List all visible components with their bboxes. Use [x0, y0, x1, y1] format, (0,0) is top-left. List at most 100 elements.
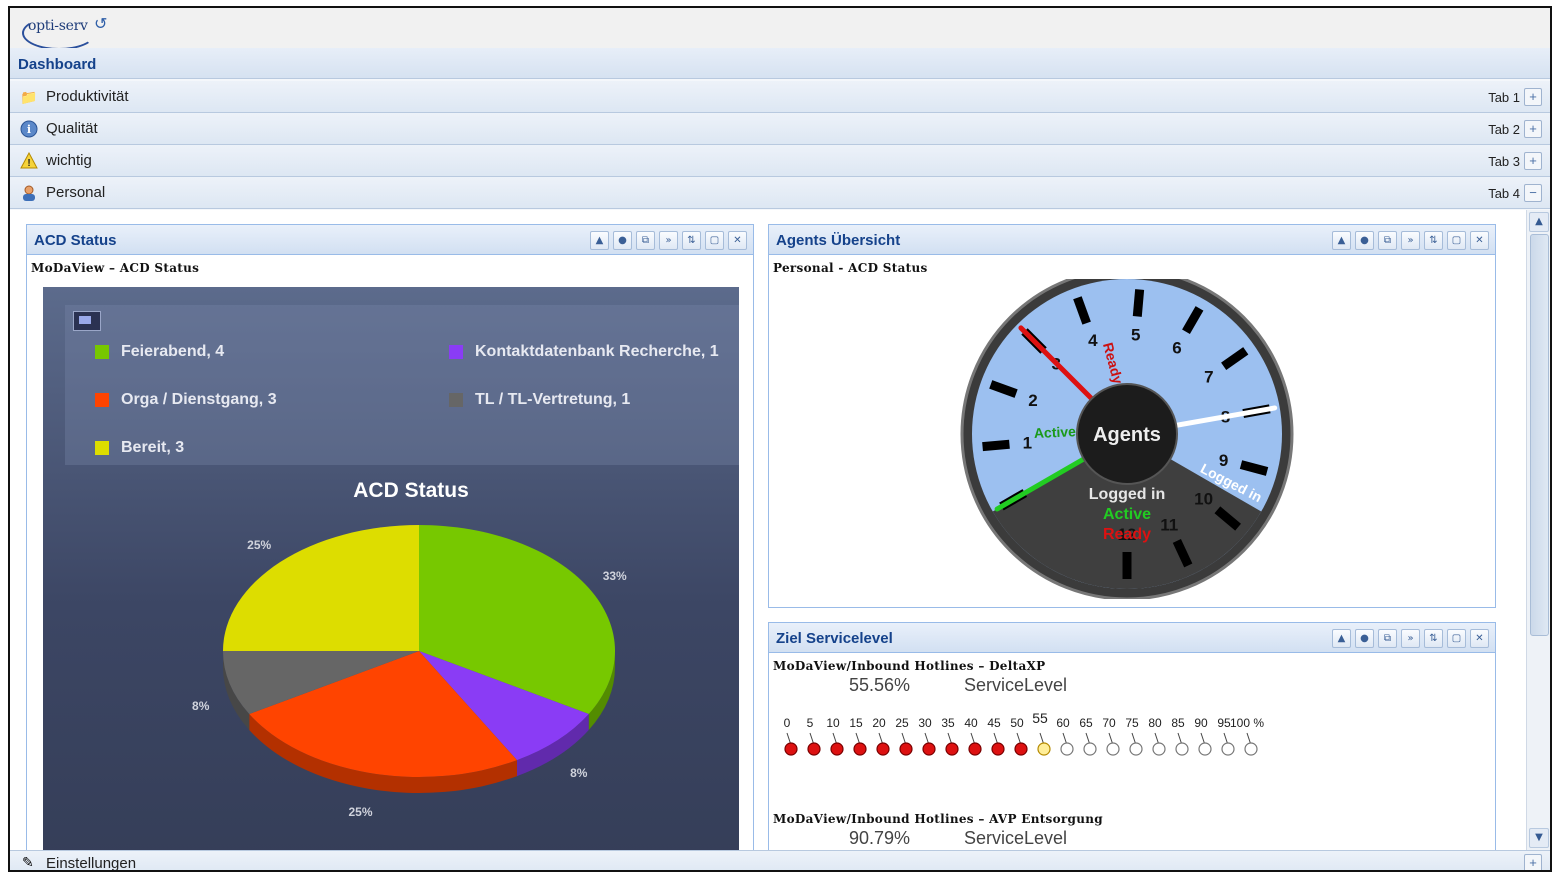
gauge-scale-label: 4 — [1088, 331, 1098, 350]
service-level-dot — [784, 742, 798, 756]
service-level-title: MoDaView/Inbound Hotlines – AVP Entsorgu… — [773, 812, 1103, 826]
service-level-dot — [830, 742, 844, 756]
portlet-subtitle: Personal - ACD Status — [773, 261, 928, 275]
gauge-tick — [982, 439, 1010, 452]
portlet-header[interactable]: Agents Übersicht ▲ ● ⧉ » ⇅ ▢ ✕ — [769, 225, 1495, 255]
expand-button[interactable]: + — [1524, 152, 1542, 170]
active-arc-label: Active — [1034, 423, 1077, 441]
refresh-icon[interactable]: ↺ — [94, 14, 107, 33]
acd-pie-chart: Feierabend, 4 Kontaktdatenbank Recherche… — [43, 287, 739, 850]
portlet-header[interactable]: ACD Status ▲ ● ⧉ » ⇅ ▢ ✕ — [27, 225, 753, 255]
gauge-legend-ready: Ready — [1103, 526, 1151, 543]
restore-icon[interactable]: ⧉ — [636, 231, 655, 250]
forward-icon[interactable]: » — [1401, 231, 1420, 250]
service-scale-label: 40 — [964, 716, 978, 730]
accordion-row-wichtig[interactable]: ! wichtig Tab 3 + — [10, 145, 1550, 177]
svg-text:i: i — [27, 123, 31, 136]
collapse-button[interactable]: − — [1524, 184, 1542, 202]
gauge-center-label: Agents — [1093, 424, 1161, 446]
service-level-dot — [922, 742, 936, 756]
service-level-dot — [1037, 742, 1051, 756]
service-scale-label: 15 — [849, 716, 863, 730]
service-level-dot — [1083, 742, 1097, 756]
settings-edit-icon: ✎ — [22, 854, 34, 870]
agents-overview-portlet: Agents Übersicht ▲ ● ⧉ » ⇅ ▢ ✕ Personal … — [768, 224, 1496, 608]
restore-icon[interactable]: ⧉ — [1378, 629, 1397, 648]
maximize-icon[interactable]: ▢ — [1447, 231, 1466, 250]
close-icon[interactable]: ✕ — [1470, 231, 1489, 250]
service-level-dot — [991, 742, 1005, 756]
service-scale-label: 5 — [807, 716, 814, 730]
refresh-icon[interactable]: ⇅ — [682, 231, 701, 250]
portlet-tools: ▲ ● ⧉ » ⇅ ▢ ✕ — [1332, 231, 1489, 250]
portlet-tools: ▲ ● ⧉ » ⇅ ▢ ✕ — [1332, 629, 1489, 648]
tab-label: Tab 3 — [1488, 154, 1520, 169]
accordion-row-personal[interactable]: Personal Tab 4 − — [10, 177, 1550, 209]
expand-button[interactable]: + — [1524, 854, 1542, 870]
refresh-icon[interactable]: ⇅ — [1424, 629, 1443, 648]
close-icon[interactable]: ✕ — [1470, 629, 1489, 648]
refresh-icon[interactable]: ⇅ — [1424, 231, 1443, 250]
portlet-header[interactable]: Ziel Servicelevel ▲ ● ⧉ » ⇅ ▢ ✕ — [769, 623, 1495, 653]
maximize-icon[interactable]: ▢ — [1447, 629, 1466, 648]
gauge-legend-logged-in: Logged in — [1089, 486, 1165, 503]
service-level-dot — [1198, 742, 1212, 756]
gauge-scale-label: 5 — [1131, 325, 1140, 344]
warning-icon: ! — [20, 151, 38, 170]
accordion-row-produktivitaet[interactable]: 📁 Produktivität Tab 1 + — [10, 81, 1550, 113]
accordion-row-label: wichtig — [46, 152, 92, 169]
svg-text:!: ! — [27, 158, 30, 169]
acd-status-portlet: ACD Status ▲ ● ⧉ » ⇅ ▢ ✕ MoDaView – ACD … — [26, 224, 754, 850]
gauge-scale-label: 2 — [1028, 391, 1037, 410]
service-scale-label: 25 — [895, 716, 909, 730]
collapse-up-icon[interactable]: ▲ — [1332, 629, 1351, 648]
scroll-thumb[interactable] — [1530, 234, 1549, 636]
accordion-row-label: Personal — [46, 184, 106, 201]
gauge-tick — [1132, 289, 1145, 317]
tab-label: Tab 2 — [1488, 122, 1520, 137]
collapse-up-icon[interactable]: ▲ — [1332, 231, 1351, 250]
settings-icon[interactable]: ● — [1355, 629, 1374, 648]
restore-icon[interactable]: ⧉ — [1378, 231, 1397, 250]
portlet-tools: ▲ ● ⧉ » ⇅ ▢ ✕ — [590, 231, 747, 250]
settings-icon[interactable]: ● — [1355, 231, 1374, 250]
forward-icon[interactable]: » — [659, 231, 678, 250]
service-scale-label: 95 — [1217, 716, 1231, 730]
service-scale-label: 85 — [1171, 716, 1185, 730]
maximize-icon[interactable]: ▢ — [705, 231, 724, 250]
service-level-label: ServiceLevel — [964, 675, 1068, 695]
service-level-dot — [1060, 742, 1074, 756]
service-scale-label: 100 % — [1230, 716, 1264, 730]
service-level-dot — [1014, 742, 1028, 756]
close-icon[interactable]: ✕ — [728, 231, 747, 250]
collapse-up-icon[interactable]: ▲ — [590, 231, 609, 250]
service-level-dot — [1244, 742, 1258, 756]
service-level-scale: 0 5 10 15 20 25 30 35 40 45 50 55 60 65 70 75 80 85 90 95 10… — [784, 710, 1264, 756]
pie-percent-label-2: 25% — [348, 805, 372, 819]
service-scale-label: 30 — [918, 716, 932, 730]
service-level-dot — [807, 742, 821, 756]
service-scale-label: 80 — [1148, 716, 1162, 730]
portlet-title: Ziel Servicelevel — [776, 630, 893, 647]
agents-gauge: 123456789101112 Active Ready Logged in A… — [960, 279, 1294, 599]
accordion-row-label: Qualität — [46, 120, 98, 137]
scroll-up-icon[interactable]: ▲ — [1529, 212, 1549, 232]
expand-button[interactable]: + — [1524, 120, 1542, 138]
dashboard-header[interactable]: Dashboard — [10, 48, 1550, 79]
service-level-dot — [1106, 742, 1120, 756]
info-icon: i — [20, 120, 38, 138]
accordion-row-qualitaet[interactable]: i Qualität Tab 2 + — [10, 113, 1550, 145]
tab-label: Tab 1 — [1488, 90, 1520, 105]
service-scale-label: 65 — [1079, 716, 1093, 730]
scroll-down-icon[interactable]: ▼ — [1529, 828, 1549, 848]
service-scale-label: 50 — [1010, 716, 1024, 730]
settings-icon[interactable]: ● — [613, 231, 632, 250]
expand-button[interactable]: + — [1524, 88, 1542, 106]
service-level-value: 55.56% — [849, 675, 911, 695]
portlet-title: Agents Übersicht — [776, 232, 901, 249]
accordion-row-einstellungen[interactable]: ✎ Einstellungen + — [10, 850, 1550, 872]
accordion-row-label: Einstellungen — [46, 855, 137, 872]
vertical-scrollbar[interactable]: ▲ ▼ — [1526, 210, 1550, 850]
forward-icon[interactable]: » — [1401, 629, 1420, 648]
portlet-subtitle: MoDaView – ACD Status — [31, 261, 200, 275]
